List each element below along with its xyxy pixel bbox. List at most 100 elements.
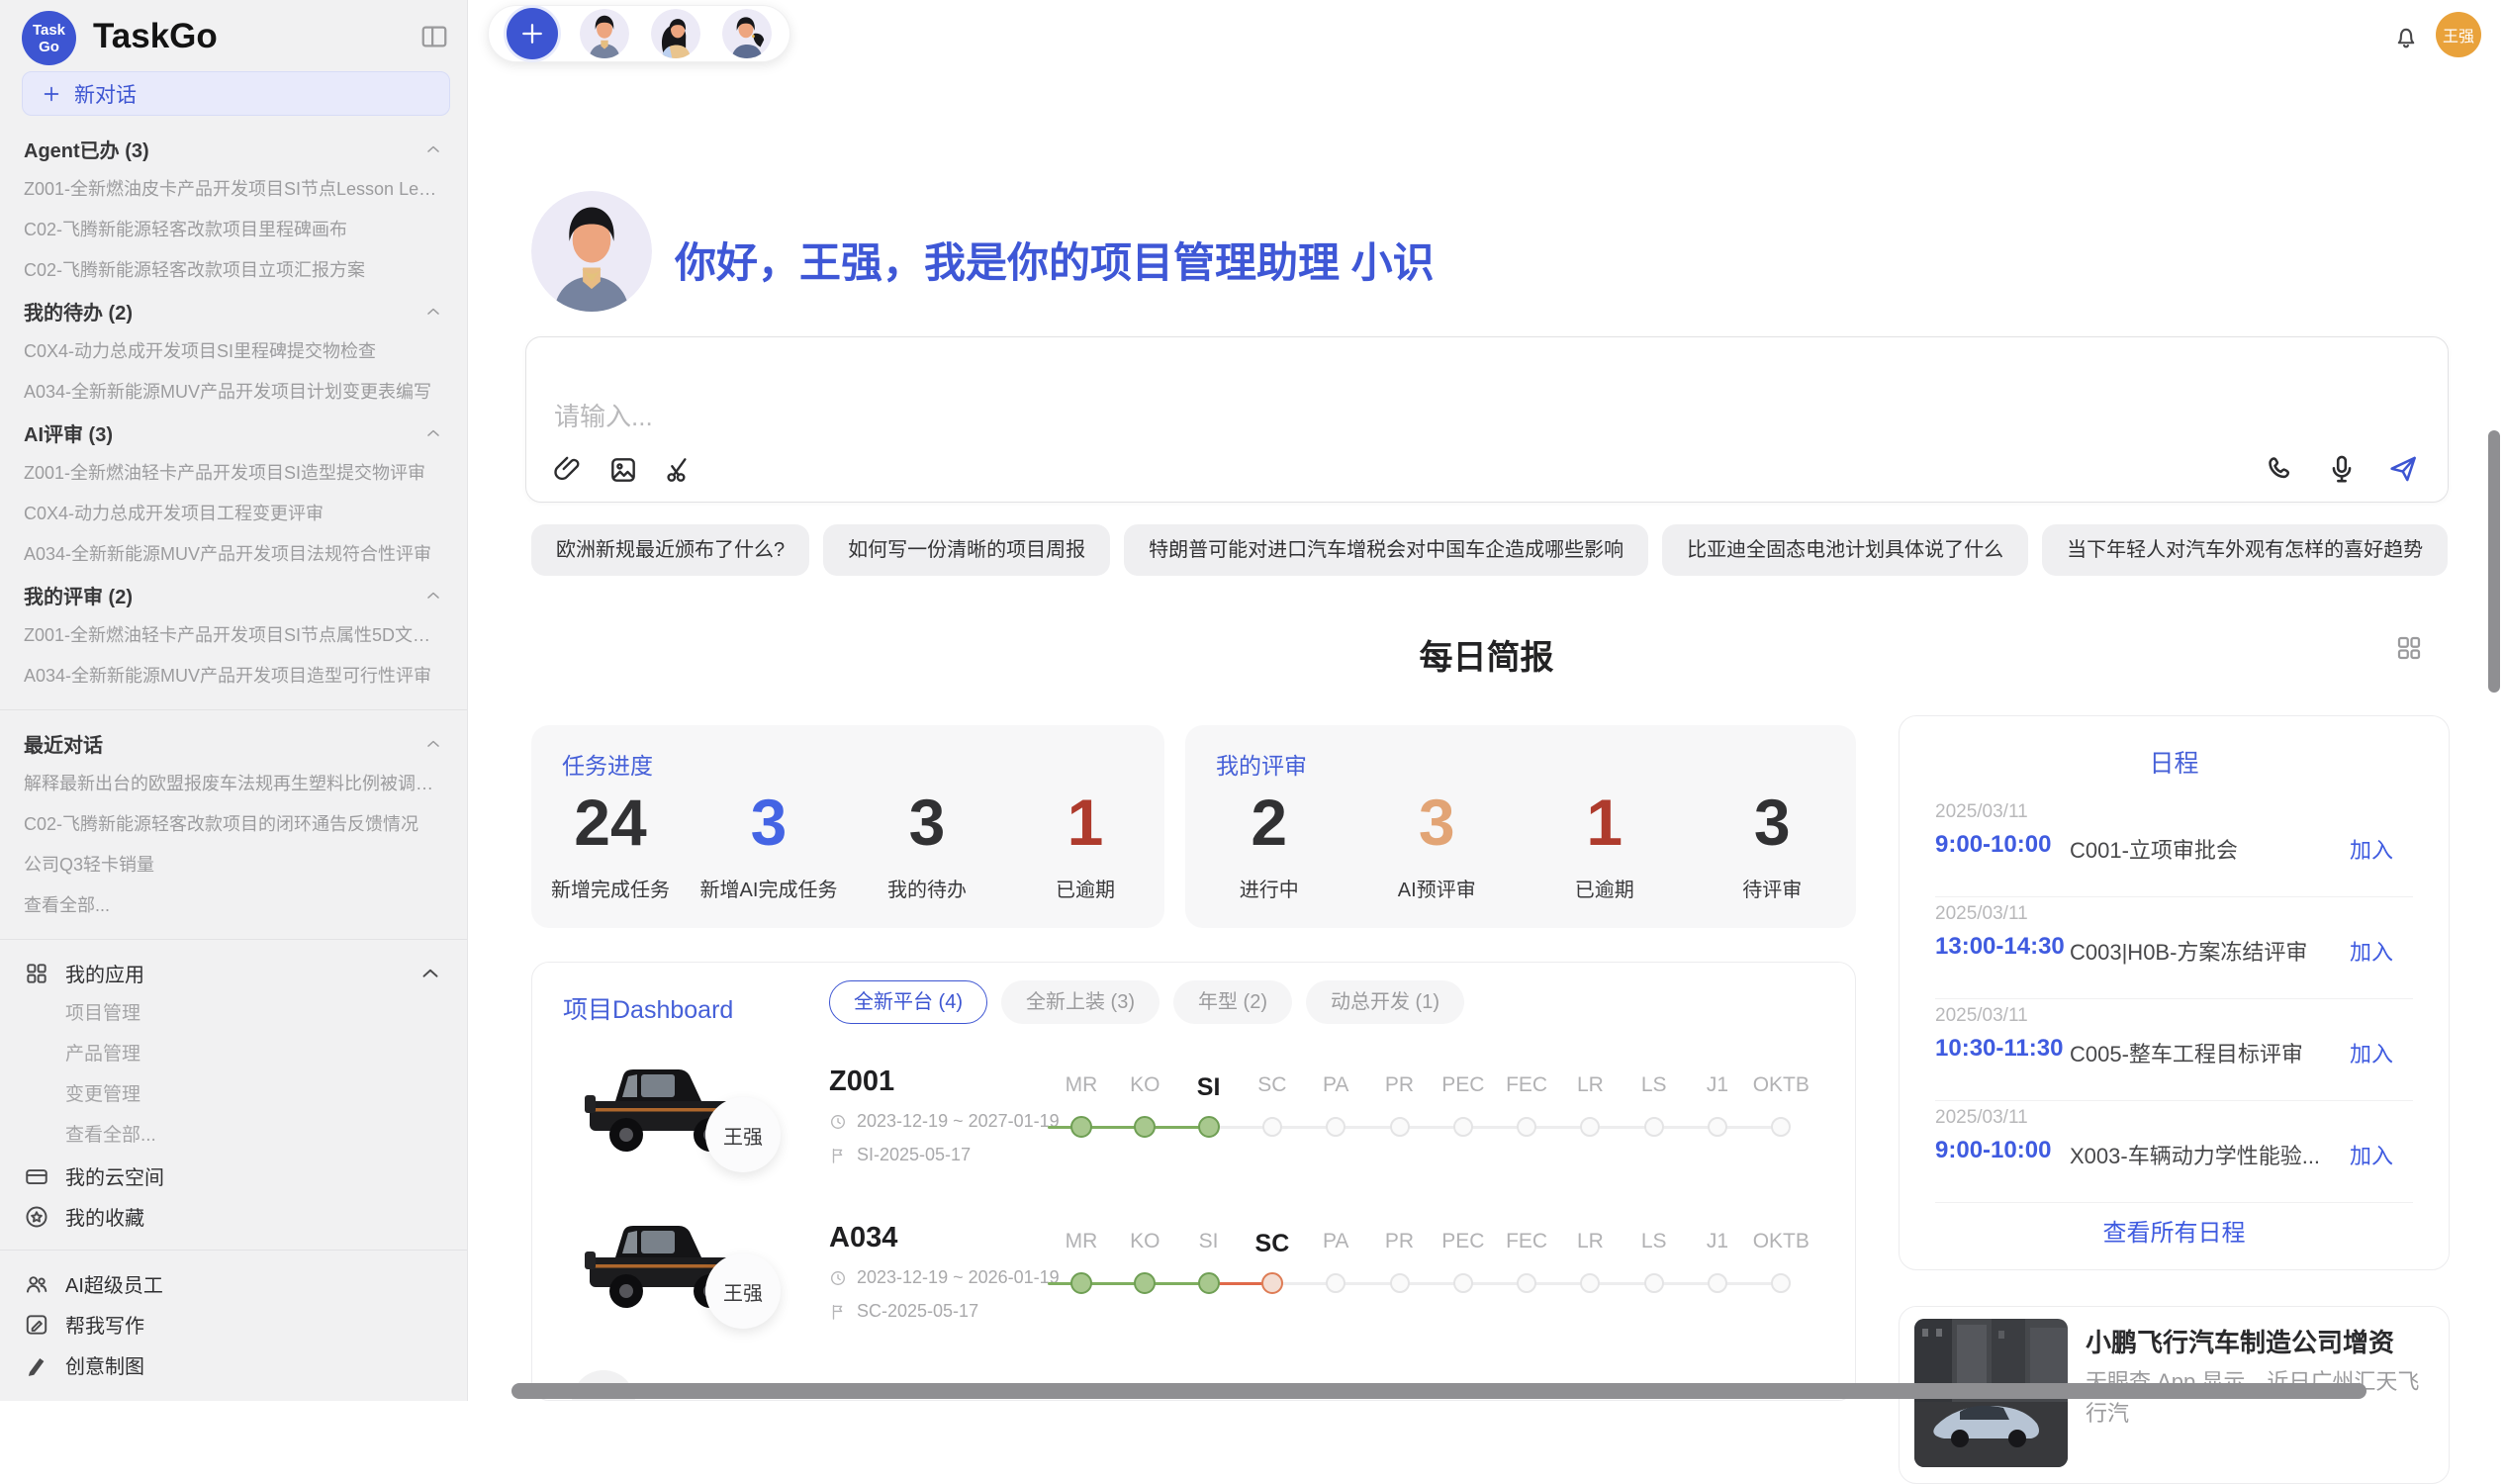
milestone-dot-J1 bbox=[1708, 1117, 1727, 1137]
sidebar-section-0-label: Agent已办 (3) bbox=[24, 135, 423, 163]
sidebar-app-item[interactable]: 查看全部... bbox=[0, 1115, 467, 1156]
milestone-label-KO: KO bbox=[1130, 1230, 1160, 1253]
suggestion-chip[interactable]: 如何写一份清晰的项目周报 bbox=[823, 524, 1110, 576]
project-row-A034[interactable]: 王强A0342023-12-19 ~ 2026-01-19SC-2025-05-… bbox=[532, 1202, 1856, 1350]
milestone-dot-PR bbox=[1390, 1117, 1410, 1137]
microphone-icon[interactable] bbox=[2325, 452, 2359, 486]
join-event-link[interactable]: 加入 bbox=[2350, 1139, 2393, 1170]
stat-value: 24 bbox=[574, 783, 646, 862]
sidebar-scroll-area: Agent已办 (3) Z001-全新燃油皮卡产品开发项目SI节点Lesson L… bbox=[0, 129, 467, 1401]
stat-value: 2 bbox=[1251, 783, 1287, 862]
suggestion-chip[interactable]: 特朗普可能对进口汽车增税会对中国车企造成哪些影响 bbox=[1124, 524, 1648, 576]
sidebar-recent-item[interactable]: C02-飞腾新能源轻客改款项目的闭环通告反馈情况 bbox=[0, 804, 467, 845]
agent-avatar-2[interactable] bbox=[651, 9, 700, 58]
event-date: 2025/03/11 bbox=[1935, 903, 2028, 925]
sidebar-app-item[interactable]: 变更管理 bbox=[0, 1074, 467, 1115]
stat-value: 3 bbox=[1419, 783, 1455, 862]
logo-text-top: Task bbox=[33, 22, 65, 39]
sidebar-task-item[interactable]: Z001-全新燃油轻卡产品开发项目SI节点属性5D文件评审 bbox=[0, 615, 467, 656]
milestone-label-PR: PR bbox=[1385, 1230, 1414, 1253]
sidebar-tool-write[interactable]: 帮我写作 bbox=[0, 1304, 467, 1345]
stat-label: 已逾期 bbox=[1575, 874, 1634, 902]
stat-label: 我的待办 bbox=[887, 874, 967, 902]
milestone-label-SI: SI bbox=[1199, 1230, 1219, 1253]
milestone-dot-KO bbox=[1134, 1116, 1156, 1138]
milestone-label-OKTB: OKTB bbox=[1753, 1073, 1809, 1097]
sidebar-task-item[interactable]: C0X4-动力总成开发项目SI里程碑提交物检查 bbox=[0, 331, 467, 372]
milestone-label-LR: LR bbox=[1577, 1230, 1604, 1253]
project-row-Z001[interactable]: 王强Z0012023-12-19 ~ 2027-01-19SI-2025-05-… bbox=[532, 1046, 1856, 1194]
image-icon[interactable] bbox=[607, 454, 639, 486]
sidebar-section-recent[interactable]: 最近对话 bbox=[0, 723, 467, 764]
dashboard-filter-chip[interactable]: 年型 (2) bbox=[1173, 980, 1292, 1024]
suggestion-chip[interactable]: 比亚迪全固态电池计划具体说了什么 bbox=[1662, 524, 2028, 576]
vertical-scrollbar[interactable] bbox=[2488, 430, 2500, 693]
milestone-dot-KO bbox=[1134, 1272, 1156, 1294]
my-apps-label: 我的应用 bbox=[65, 959, 402, 987]
milestone-dot-SI bbox=[1198, 1272, 1220, 1294]
sidebar-app-item[interactable]: 产品管理 bbox=[0, 1034, 467, 1074]
dashboard-filter-chip[interactable]: 全新平台 (4) bbox=[829, 980, 987, 1024]
stat: 3我的待办 bbox=[848, 783, 1006, 914]
stat: 3待评审 bbox=[1689, 783, 1857, 914]
sidebar-item-my-apps[interactable]: 我的应用 bbox=[0, 953, 467, 993]
paperclip-icon[interactable] bbox=[552, 454, 584, 486]
suggestion-chip[interactable]: 欧洲新规最近颁布了什么? bbox=[531, 524, 809, 576]
dashboard-filters: 全新平台 (4) 全新上装 (3) 年型 (2) 动总开发 (1) bbox=[829, 980, 1464, 1024]
sidebar-recent-item[interactable]: 公司Q3轻卡销量 bbox=[0, 845, 467, 885]
sidebar-tool-team[interactable]: AI超级员工 bbox=[0, 1263, 467, 1304]
phone-icon[interactable] bbox=[2264, 452, 2297, 486]
sidebar-item-star-circle[interactable]: 我的收藏 bbox=[0, 1196, 467, 1237]
milestone-label-LR: LR bbox=[1577, 1073, 1604, 1097]
scissors-icon[interactable] bbox=[663, 454, 695, 486]
sidebar-section-1[interactable]: 我的待办 (2) bbox=[0, 291, 467, 331]
collapse-sidebar-icon[interactable] bbox=[419, 22, 449, 51]
sidebar-item-cloud-space[interactable]: 我的云空间 bbox=[0, 1156, 467, 1196]
horizontal-scrollbar[interactable] bbox=[511, 1383, 2366, 1399]
sidebar-section-0[interactable]: Agent已办 (3) bbox=[0, 129, 467, 169]
stat-card-title: 我的评审 bbox=[1216, 747, 1307, 781]
schedule-event: 2025/03/119:00-10:00C001-立项审批会加入 bbox=[1900, 795, 2449, 897]
add-agent-button[interactable] bbox=[507, 8, 558, 59]
suggestion-chip[interactable]: 当下年轻人对汽车外观有怎样的喜好趋势 bbox=[2042, 524, 2448, 576]
send-icon[interactable] bbox=[2386, 452, 2420, 486]
milestone-label-SI: SI bbox=[1197, 1073, 1221, 1102]
notification-bell-icon[interactable] bbox=[2392, 24, 2420, 51]
grid-layout-icon[interactable] bbox=[2394, 633, 2424, 663]
new-chat-button[interactable]: 新对话 bbox=[22, 71, 450, 116]
join-event-link[interactable]: 加入 bbox=[2350, 1037, 2393, 1068]
agent-avatar-3[interactable] bbox=[722, 9, 772, 58]
sidebar-task-item[interactable]: A034-全新新能源MUV产品开发项目计划变更表编写 bbox=[0, 372, 467, 413]
clock-icon bbox=[829, 1113, 847, 1131]
join-event-link[interactable]: 加入 bbox=[2350, 935, 2393, 967]
sidebar-recent-item[interactable]: 解释最新出台的欧盟报废车法规再生塑料比例被调至15%... bbox=[0, 764, 467, 804]
join-event-link[interactable]: 加入 bbox=[2350, 833, 2393, 865]
sidebar-section-recent-label: 最近对话 bbox=[24, 729, 423, 758]
message-composer bbox=[525, 336, 2449, 503]
view-all-schedule-link[interactable]: 查看所有日程 bbox=[1900, 1213, 2449, 1248]
sidebar-section-3[interactable]: 我的评审 (2) bbox=[0, 575, 467, 615]
sidebar-task-item[interactable]: Z001-全新燃油皮卡产品开发项目SI节点Lesson Learn报告 bbox=[0, 169, 467, 210]
sidebar-task-item[interactable]: C02-飞腾新能源轻客改款项目立项汇报方案 bbox=[0, 250, 467, 291]
event-time: 13:00-14:30 bbox=[1935, 933, 2065, 961]
dashboard-filter-chip[interactable]: 全新上装 (3) bbox=[1001, 980, 1160, 1024]
agent-avatar-1[interactable] bbox=[580, 9, 629, 58]
milestone-label-SC: SC bbox=[1255, 1230, 1290, 1258]
project-owner-avatar: 王强 bbox=[705, 1253, 781, 1329]
user-avatar[interactable]: 王强 bbox=[2436, 12, 2481, 57]
sidebar-recent-item[interactable]: 查看全部... bbox=[0, 885, 467, 926]
milestone-dot-LR bbox=[1580, 1273, 1600, 1293]
new-chat-label: 新对话 bbox=[74, 79, 137, 109]
sidebar-section-2[interactable]: AI评审 (3) bbox=[0, 413, 467, 453]
message-input[interactable] bbox=[554, 392, 1939, 441]
dashboard-filter-chip[interactable]: 动总开发 (1) bbox=[1306, 980, 1464, 1024]
sidebar-tool-pen[interactable]: 创意制图 bbox=[0, 1345, 467, 1385]
sidebar-task-item[interactable]: C02-飞腾新能源轻客改款项目里程碑画布 bbox=[0, 210, 467, 250]
app-logo: Task Go bbox=[22, 11, 76, 65]
milestone-dot-PEC bbox=[1453, 1117, 1473, 1137]
sidebar-app-item[interactable]: 项目管理 bbox=[0, 993, 467, 1034]
sidebar-task-item[interactable]: A034-全新新能源MUV产品开发项目法规符合性评审 bbox=[0, 534, 467, 575]
sidebar-task-item[interactable]: A034-全新新能源MUV产品开发项目造型可行性评审 bbox=[0, 656, 467, 696]
sidebar-task-item[interactable]: C0X4-动力总成开发项目工程变更评审 bbox=[0, 494, 467, 534]
sidebar-task-item[interactable]: Z001-全新燃油轻卡产品开发项目SI造型提交物评审 bbox=[0, 453, 467, 494]
